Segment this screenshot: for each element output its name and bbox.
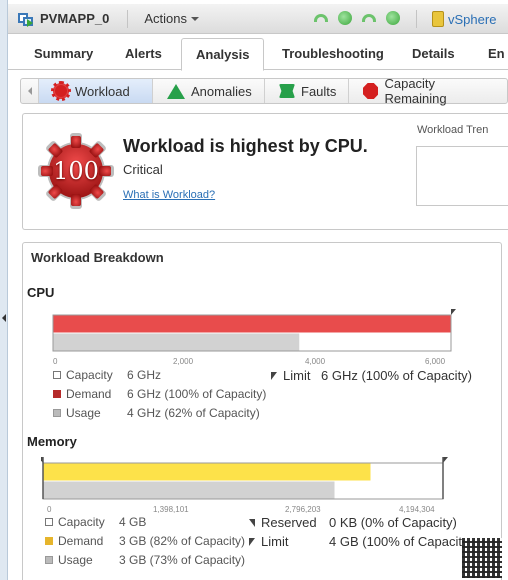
breakdown-title: Workload Breakdown	[31, 250, 164, 265]
cpu-tick-2: 4,000	[305, 357, 326, 366]
anomalies-triangle-icon	[167, 83, 185, 99]
subtab-label: Workload	[75, 83, 130, 99]
subtab-label: Anomalies	[191, 83, 252, 99]
ok-dot-icon[interactable]	[386, 11, 400, 25]
workload-headline: Workload is highest by CPU.	[123, 136, 368, 156]
mem-tick-0: 0	[47, 505, 52, 514]
object-name: PVMAPP_0	[40, 11, 110, 26]
mem-usage-bar	[43, 481, 335, 499]
left-panel-splitter[interactable]	[0, 0, 8, 580]
cpu-section-title: CPU	[27, 285, 55, 300]
cpu-limit-marker	[451, 309, 456, 315]
cpu-legend-limit: Limit 6 GHz (100% of Capacity)	[271, 368, 472, 383]
subtab-workload[interactable]: Workload	[39, 79, 153, 103]
severity-label: Critical	[123, 162, 163, 177]
tab-environment[interactable]: En	[488, 46, 505, 61]
cpu-tick-3: 6,000	[425, 357, 446, 366]
workload-trend-title: Workload Tren	[417, 124, 489, 136]
vsphere-label: vSphere	[448, 11, 497, 27]
workload-summary-panel: 100 Workload is highest by CPU. Critical…	[22, 113, 508, 230]
tab-summary[interactable]: Summary	[34, 46, 93, 61]
cpu-legend-demand: Demand 6 GHz (100% of Capacity)	[53, 387, 266, 401]
object-header: PVMAPP_0 Actions vSphere	[8, 4, 508, 34]
chevron-down-icon	[191, 16, 200, 21]
alarm-arc-icon[interactable]	[362, 14, 376, 22]
cpu-tick-0: 0	[53, 357, 58, 366]
document-icon	[432, 11, 444, 27]
cpu-tick-1: 2,000	[173, 357, 194, 366]
main-tabs: Summary Alerts Analysis Troubleshooting …	[8, 38, 508, 71]
divider	[416, 10, 417, 28]
tab-alerts[interactable]: Alerts	[125, 46, 162, 61]
memory-section-title: Memory	[27, 434, 77, 449]
usage-swatch	[45, 556, 53, 564]
capacity-swatch	[45, 518, 53, 526]
limit-marker-icon	[271, 371, 277, 380]
subtab-capacity-remaining[interactable]: Capacity Remaining	[349, 76, 507, 106]
mem-tick-2: 2,796,203	[285, 505, 321, 514]
mem-legend-usage: Usage 3 GB (73% of Capacity)	[45, 553, 245, 567]
cpu-legend-usage: Usage 4 GHz (62% of Capacity)	[53, 406, 260, 420]
limit-marker-icon	[249, 537, 255, 546]
usage-swatch	[53, 409, 61, 417]
mem-legend-demand: Demand 3 GB (82% of Capacity)	[45, 534, 245, 548]
alarm-arc-icon[interactable]	[314, 14, 328, 22]
vapp-icon	[18, 11, 34, 27]
subtab-anomalies[interactable]: Anomalies	[153, 79, 265, 103]
subtab-label: Faults	[301, 83, 337, 99]
mem-legend-reserved: Reserved 0 KB (0% of Capacity)	[249, 515, 457, 530]
memory-bar-chart	[41, 457, 448, 500]
workload-score: 100	[53, 157, 99, 185]
capacity-hexagon-icon	[363, 83, 379, 99]
mem-demand-bar	[43, 463, 371, 481]
mem-legend-limit: Limit 4 GB (100% of Capacit	[249, 534, 462, 549]
faults-icon	[279, 84, 295, 98]
scroll-left-button[interactable]	[21, 79, 39, 103]
subtab-faults[interactable]: Faults	[265, 79, 349, 103]
status-icons	[314, 11, 400, 25]
actions-menu-button[interactable]: Actions	[144, 11, 200, 26]
cpu-usage-bar	[53, 333, 300, 351]
demand-swatch	[53, 390, 61, 398]
ok-dot-icon[interactable]	[338, 11, 352, 25]
reserved-marker-icon	[249, 518, 255, 527]
what-is-workload-link[interactable]: What is Workload?	[123, 189, 215, 201]
collapse-arrow-icon[interactable]	[2, 314, 6, 322]
workload-trend-chart	[416, 146, 508, 206]
cpu-legend-capacity: Capacity 6 GHz	[53, 368, 161, 382]
demand-swatch	[45, 537, 53, 545]
analysis-subtabs: Workload Anomalies Faults Capacity Remai…	[20, 76, 508, 106]
vsphere-link[interactable]: vSphere	[432, 11, 496, 27]
actions-label: Actions	[144, 11, 188, 26]
workload-breakdown-panel: Workload Breakdown CPU 0 2,000 4,000 6,0…	[22, 242, 502, 580]
tab-details[interactable]: Details	[412, 46, 455, 61]
mem-tick-1: 1,398,101	[153, 505, 189, 514]
tab-analysis[interactable]: Analysis	[181, 38, 265, 71]
qr-code	[462, 538, 502, 578]
mem-tick-3: 4,194,304	[399, 505, 435, 514]
cpu-demand-bar	[53, 315, 451, 333]
workload-score-badge: 100	[37, 132, 115, 210]
arrow-left-icon	[27, 87, 32, 95]
workload-gear-icon	[51, 81, 71, 101]
divider	[127, 9, 129, 28]
tab-troubleshooting[interactable]: Troubleshooting	[282, 46, 384, 61]
cpu-bar-chart	[52, 309, 456, 352]
capacity-swatch	[53, 371, 61, 379]
mem-legend-capacity: Capacity 4 GB	[45, 515, 146, 529]
subtab-label: Capacity Remaining	[384, 76, 447, 106]
